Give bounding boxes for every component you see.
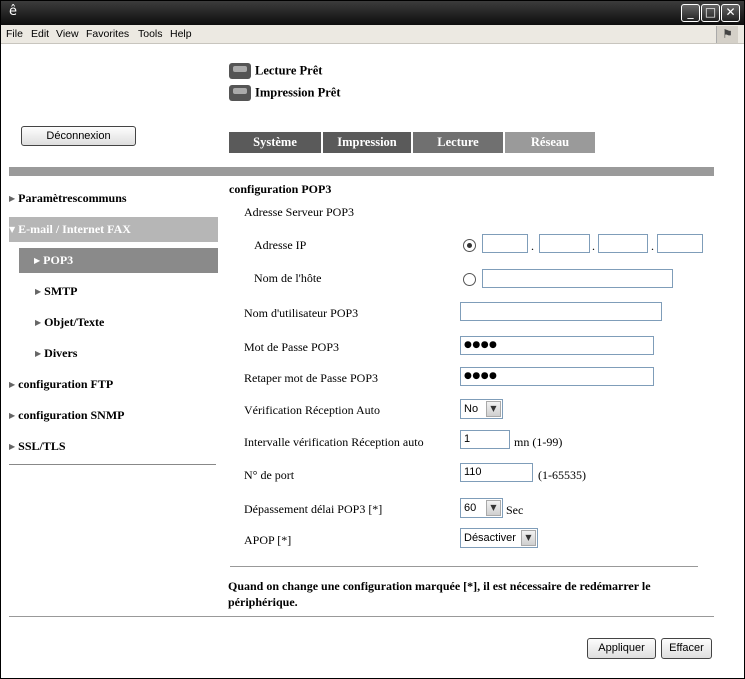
- interval-label: Intervalle vérification Réception auto: [244, 435, 424, 449]
- browser-window: ê _ □ ✕ File Edit View Favorites Tools H…: [0, 0, 745, 679]
- apop-label: APOP [*]: [244, 533, 292, 547]
- close-icon[interactable]: ✕: [721, 4, 740, 22]
- auto-check-label: Vérification Réception Auto: [244, 403, 380, 417]
- menu-help[interactable]: Help: [170, 28, 192, 40]
- apop-select[interactable]: Désactiver ▼: [460, 528, 538, 548]
- browser-icon: ê: [9, 4, 17, 19]
- chevron-down-icon: ▼: [486, 500, 501, 516]
- port-label: N° de port: [244, 468, 295, 482]
- title-bar: ê _ □ ✕: [1, 1, 744, 25]
- footer-divider: [9, 616, 714, 617]
- menu-bar: File Edit View Favorites Tools Help ⚑: [1, 25, 744, 44]
- retype-password-input[interactable]: ●●●●: [460, 367, 654, 386]
- user-label: Nom d'utilisateur POP3: [244, 306, 359, 320]
- auto-check-select[interactable]: No ▼: [460, 399, 503, 419]
- sidebar-item-ssl-tls[interactable]: ▶ SSL/TLS: [9, 434, 218, 459]
- server-label: Adresse Serveur POP3: [244, 205, 354, 219]
- sidebar-item-configuration-ftp[interactable]: ▶ configuration FTP: [9, 372, 218, 397]
- arrow-right-icon: ▶: [35, 318, 42, 327]
- ip-dot: .: [651, 239, 654, 253]
- sidebar-item-parametres-communs[interactable]: ▶ Paramètrescommuns: [9, 186, 218, 211]
- sidebar-item-divers[interactable]: ▶ Divers: [9, 341, 218, 366]
- print-status: Impression Prêt: [229, 85, 341, 102]
- timeout-unit: Sec: [506, 503, 524, 517]
- arrow-right-icon: ▶: [35, 287, 42, 296]
- port-range: (1-65535): [538, 468, 586, 482]
- maximize-icon[interactable]: □: [701, 4, 720, 22]
- password-input[interactable]: ●●●●: [460, 336, 654, 355]
- ip-octet-4[interactable]: [657, 234, 703, 253]
- host-radio[interactable]: [463, 273, 476, 286]
- arrow-right-icon: ▶: [9, 194, 16, 203]
- chevron-down-icon: ▼: [521, 530, 536, 546]
- sidebar-item-pop3[interactable]: ▶ POP3: [19, 248, 218, 273]
- menu-file[interactable]: File: [6, 28, 23, 40]
- tab-lecture[interactable]: Lecture: [413, 132, 503, 153]
- scan-status: Lecture Prêt: [229, 63, 322, 80]
- ip-octet-3[interactable]: [598, 234, 648, 253]
- form-divider: [230, 566, 698, 567]
- header-divider: [9, 167, 714, 176]
- apply-button[interactable]: Appliquer: [587, 638, 656, 659]
- password-label: Mot de Passe POP3: [244, 340, 340, 354]
- sidebar-item-email-internet-fax[interactable]: ▼ E-mail / Internet FAX: [9, 217, 218, 242]
- user-input[interactable]: [460, 302, 662, 321]
- retype-password-label: Retaper mot de Passe POP3: [244, 371, 378, 385]
- sidebar-divider: [9, 464, 216, 465]
- ip-dot: .: [531, 239, 534, 253]
- arrow-right-icon: ▶: [35, 349, 42, 358]
- restart-note: Quand on change une configuration marqué…: [228, 579, 651, 609]
- interval-unit: mn (1-99): [514, 435, 563, 449]
- timeout-label: Dépassement délai POP3 [*]: [244, 502, 383, 516]
- clear-button[interactable]: Effacer: [661, 638, 712, 659]
- arrow-right-icon: ▶: [9, 442, 16, 451]
- tab-reseau[interactable]: Réseau: [505, 132, 595, 153]
- arrow-right-icon: ▶: [9, 380, 16, 389]
- timeout-select[interactable]: 60 ▼: [460, 498, 503, 518]
- ip-octet-2[interactable]: [539, 234, 590, 253]
- arrow-right-icon: ▶: [9, 411, 16, 420]
- page-title: configuration POP3: [229, 182, 332, 196]
- sidebar-item-smtp[interactable]: ▶ SMTP: [9, 279, 218, 304]
- host-input[interactable]: [482, 269, 673, 288]
- menu-favorites[interactable]: Favorites: [86, 28, 129, 40]
- arrow-down-icon: ▼: [9, 225, 16, 234]
- minimize-icon[interactable]: _: [681, 4, 700, 22]
- sidebar-item-objet-texte[interactable]: ▶ Objet/Texte: [9, 310, 218, 335]
- ip-octet-1[interactable]: [482, 234, 528, 253]
- sidebar-item-configuration-snmp[interactable]: ▶ configuration SNMP: [9, 403, 218, 428]
- tab-impression[interactable]: Impression: [323, 132, 411, 153]
- ip-label: Adresse IP: [254, 238, 307, 252]
- printer-icon: [229, 85, 251, 102]
- interval-input[interactable]: 1: [460, 430, 510, 449]
- ip-dot: .: [592, 239, 595, 253]
- windows-logo-icon: ⚑: [716, 26, 738, 43]
- chevron-down-icon: ▼: [486, 401, 501, 417]
- menu-tools[interactable]: Tools: [138, 28, 163, 40]
- port-input[interactable]: 110: [460, 463, 533, 482]
- tab-systeme[interactable]: Système: [229, 132, 321, 153]
- ip-radio[interactable]: [463, 239, 476, 252]
- host-label: Nom de l'hôte: [254, 271, 322, 285]
- arrow-right-icon: ▶: [34, 256, 41, 265]
- scanner-icon: [229, 63, 251, 80]
- menu-edit[interactable]: Edit: [31, 28, 49, 40]
- menu-view[interactable]: View: [56, 28, 79, 40]
- logout-button[interactable]: Déconnexion: [21, 126, 136, 146]
